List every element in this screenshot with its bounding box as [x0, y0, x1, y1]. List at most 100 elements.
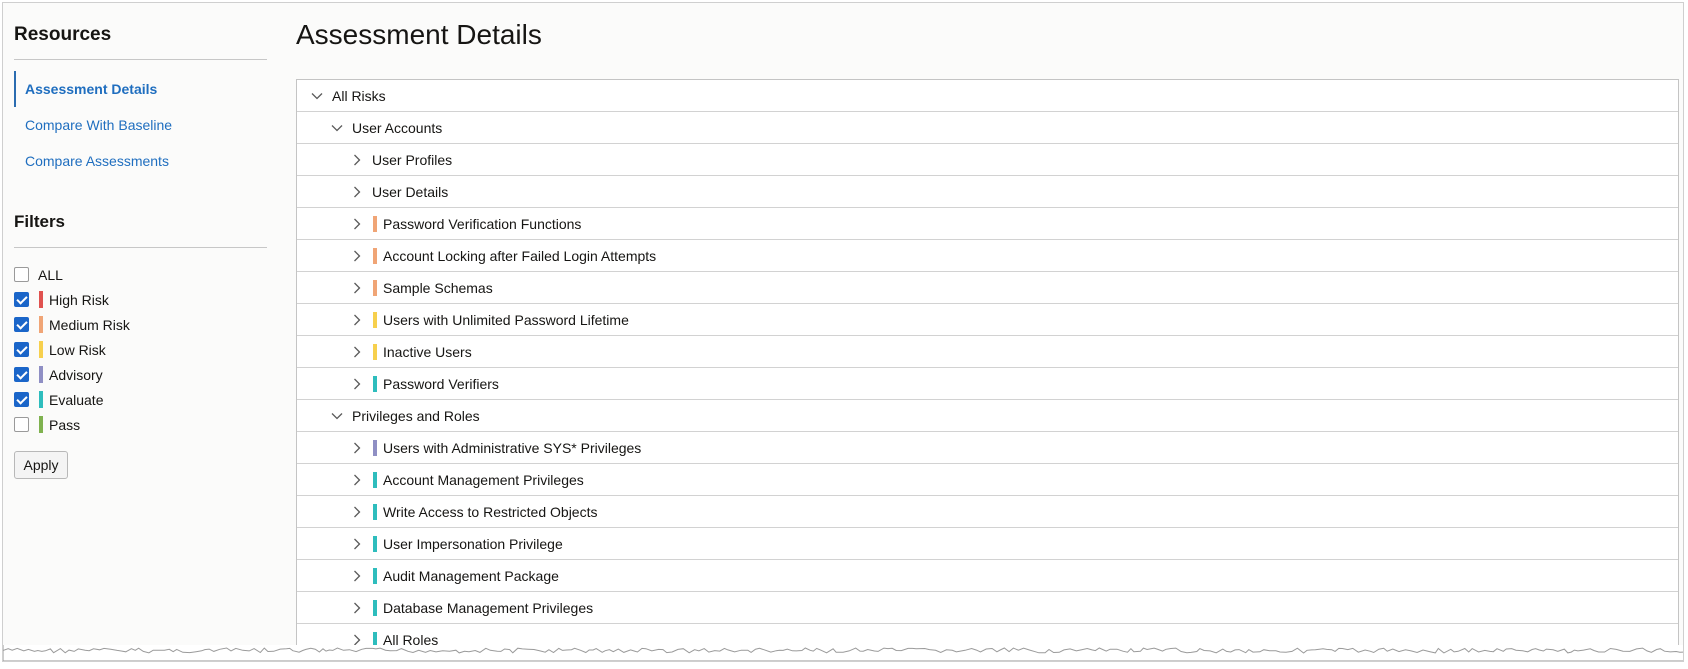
tree-row[interactable]: All Risks: [297, 80, 1678, 112]
tree-row[interactable]: User Impersonation Privilege: [297, 528, 1678, 560]
tree-row-label: User Impersonation Privilege: [383, 535, 563, 552]
chevron-right-icon[interactable]: [350, 217, 364, 231]
tree-row-label: Account Locking after Failed Login Attem…: [383, 247, 657, 264]
risk-level-indicator: [373, 471, 377, 488]
risk-level-indicator: [373, 535, 377, 552]
tree-row[interactable]: Password Verifiers: [297, 368, 1678, 400]
risk-level-indicator: [373, 599, 377, 616]
tree-row[interactable]: Database Management Privileges: [297, 592, 1678, 624]
tree-row-label: User Accounts: [352, 119, 443, 136]
tree-row[interactable]: Account Locking after Failed Login Attem…: [297, 240, 1678, 272]
tree-row-label: User Profiles: [372, 151, 453, 168]
chevron-right-icon[interactable]: [350, 313, 364, 327]
tree-row[interactable]: User Details: [297, 176, 1678, 208]
tree-row[interactable]: User Profiles: [297, 144, 1678, 176]
page-title: Assessment Details: [296, 19, 542, 50]
risk-level-indicator: [373, 439, 377, 456]
filter-checkbox-pass[interactable]: [14, 417, 29, 432]
filters-heading: Filters: [14, 202, 267, 248]
filter-label: Low Risk: [49, 341, 106, 358]
filter-list: ALL High Risk Medium Risk Low Risk Advisory E…: [14, 248, 269, 437]
chevron-right-icon[interactable]: [350, 281, 364, 295]
chevron-right-icon[interactable]: [350, 473, 364, 487]
chevron-right-icon[interactable]: [350, 153, 364, 167]
chevron-down-icon[interactable]: [330, 409, 344, 423]
chevron-right-icon[interactable]: [350, 441, 364, 455]
chevron-right-icon[interactable]: [350, 505, 364, 519]
nav-item-assessment-details[interactable]: Assessment Details: [14, 71, 269, 107]
risk-level-indicator: [373, 503, 377, 520]
chevron-right-icon[interactable]: [350, 377, 364, 391]
filter-low-risk: Low Risk: [14, 337, 269, 362]
filter-label: Medium Risk: [49, 316, 130, 333]
tree-row-label: Password Verifiers: [383, 375, 499, 392]
tree-row[interactable]: User Accounts: [297, 112, 1678, 144]
tree-row-label: Users with Unlimited Password Lifetime: [383, 311, 629, 328]
tree-row-label: Sample Schemas: [383, 279, 493, 296]
tree-row-label: Inactive Users: [383, 343, 472, 360]
filter-evaluate: Evaluate: [14, 387, 269, 412]
risk-level-indicator: [373, 567, 377, 584]
tree-row-label: Audit Management Package: [383, 567, 559, 584]
filter-high-risk: High Risk: [14, 287, 269, 312]
risk-level-indicator: [373, 343, 377, 360]
chevron-right-icon[interactable]: [350, 569, 364, 583]
chevron-right-icon[interactable]: [350, 345, 364, 359]
risk-color-swatch: [39, 316, 43, 333]
chevron-right-icon[interactable]: [350, 537, 364, 551]
risk-level-indicator: [373, 375, 377, 392]
chevron-right-icon[interactable]: [350, 185, 364, 199]
sidebar: Resources Assessment Details Compare With…: [14, 3, 269, 479]
filter-label: High Risk: [49, 291, 109, 308]
risk-level-indicator: [373, 311, 377, 328]
filter-checkbox-low-risk[interactable]: [14, 342, 29, 357]
risk-level-indicator: [373, 215, 377, 232]
chevron-down-icon[interactable]: [310, 89, 324, 103]
risk-tree: All Risks User Accounts User Profiles User …: [296, 79, 1679, 657]
resources-heading: Resources: [14, 3, 267, 60]
filter-checkbox-advisory[interactable]: [14, 367, 29, 382]
app-frame: Resources Assessment Details Compare With…: [2, 2, 1684, 662]
filter-label: Advisory: [49, 366, 103, 383]
tree-row[interactable]: Inactive Users: [297, 336, 1678, 368]
filter-medium-risk: Medium Risk: [14, 312, 269, 337]
tree-row[interactable]: Audit Management Package: [297, 560, 1678, 592]
filter-pass: Pass: [14, 412, 269, 437]
tree-row[interactable]: Password Verification Functions: [297, 208, 1678, 240]
filter-checkbox-high-risk[interactable]: [14, 292, 29, 307]
tree-row-label: Account Management Privileges: [383, 471, 584, 488]
tree-row-label: Users with Administrative SYS* Privilege…: [383, 439, 642, 456]
risk-color-swatch: [39, 391, 43, 408]
tree-row[interactable]: Write Access to Restricted Objects: [297, 496, 1678, 528]
tree-row-label: Database Management Privileges: [383, 599, 594, 616]
tree-row-label: All Risks: [332, 87, 386, 104]
risk-color-swatch: [39, 341, 43, 358]
chevron-down-icon[interactable]: [330, 121, 344, 135]
filter-label: Evaluate: [49, 391, 104, 408]
filter-all: ALL: [14, 262, 269, 287]
resources-nav: Assessment Details Compare With Baseline C…: [14, 60, 269, 179]
filter-label: Pass: [49, 416, 81, 433]
tree-row[interactable]: Users with Administrative SYS* Privilege…: [297, 432, 1678, 464]
filter-checkbox-all[interactable]: [14, 267, 29, 282]
apply-button[interactable]: Apply: [14, 451, 68, 479]
tree-row-label: Write Access to Restricted Objects: [383, 503, 598, 520]
tree-row-label: Password Verification Functions: [383, 215, 582, 232]
nav-item-compare-assessments[interactable]: Compare Assessments: [14, 143, 269, 179]
tree-row[interactable]: Users with Unlimited Password Lifetime: [297, 304, 1678, 336]
tree-row-label: User Details: [372, 183, 449, 200]
main-content: Assessment Details All Risks User Account…: [296, 3, 1679, 657]
filter-checkbox-evaluate[interactable]: [14, 392, 29, 407]
risk-level-indicator: [373, 247, 377, 264]
chevron-right-icon[interactable]: [350, 601, 364, 615]
tree-row[interactable]: Privileges and Roles: [297, 400, 1678, 432]
risk-level-indicator: [373, 279, 377, 296]
risk-color-swatch: [39, 291, 43, 308]
risk-color-swatch: [39, 416, 43, 433]
chevron-right-icon[interactable]: [350, 249, 364, 263]
tree-row[interactable]: Sample Schemas: [297, 272, 1678, 304]
nav-item-compare-with-baseline[interactable]: Compare With Baseline: [14, 107, 269, 143]
filter-label: ALL: [38, 266, 63, 283]
filter-checkbox-medium-risk[interactable]: [14, 317, 29, 332]
tree-row[interactable]: Account Management Privileges: [297, 464, 1678, 496]
